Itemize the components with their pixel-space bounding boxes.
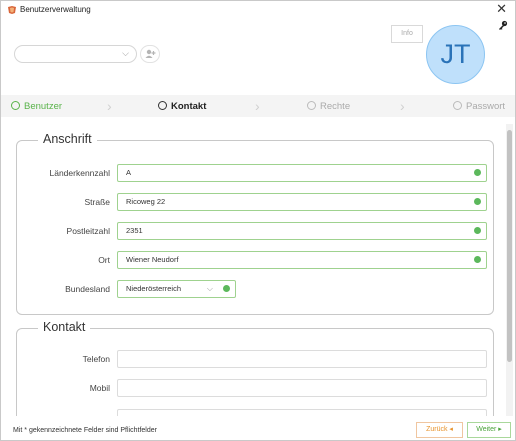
scrollbar-thumb[interactable]: [507, 130, 512, 362]
step-kontakt[interactable]: Kontakt: [158, 101, 206, 112]
section-title: Kontakt: [38, 320, 91, 334]
chevron-down-icon: ⌵: [122, 48, 129, 58]
required-fields-note: Mit * gekennzeichnete Felder sind Pflich…: [13, 427, 157, 434]
check-icon: [474, 256, 481, 263]
add-user-icon: [145, 49, 156, 58]
field-label: Bundesland: [65, 284, 110, 294]
laenderkennzahl-field[interactable]: A: [117, 164, 487, 182]
avatar: JT: [426, 25, 485, 84]
form-row-postleitzahl: Postleitzahl 2351: [17, 222, 493, 242]
step-benutzer[interactable]: Benutzer: [11, 101, 62, 112]
check-icon: [474, 227, 481, 234]
field-label: Länderkennzahl: [49, 168, 111, 178]
form-row-bundesland: Bundesland Niederösterreich ⌵: [17, 280, 493, 300]
postleitzahl-field[interactable]: 2351: [117, 222, 487, 240]
step-label: Passwort: [466, 101, 506, 112]
bundesland-select[interactable]: Niederösterreich ⌵: [117, 280, 236, 298]
field-value: A: [126, 168, 132, 177]
step-circle-icon: [158, 101, 167, 110]
telefon-field[interactable]: [117, 350, 487, 368]
form-row-mobil: Mobil: [17, 379, 493, 399]
step-label: Kontakt: [171, 101, 207, 112]
app-icon: [8, 6, 16, 14]
back-button[interactable]: Zurück ◂: [416, 422, 463, 438]
user-select[interactable]: ⌵: [14, 45, 137, 63]
field-label: Telefon: [82, 354, 110, 364]
form-content[interactable]: Anschrift Länderkennzahl A Straße Ricowe…: [8, 124, 506, 416]
mobil-field[interactable]: [117, 379, 487, 397]
section-anschrift: Anschrift Länderkennzahl A Straße Ricowe…: [16, 132, 494, 315]
window-title: Benutzerverwaltung: [20, 5, 91, 14]
add-user-button[interactable]: [140, 45, 160, 63]
strasse-field[interactable]: Ricoweg 22: [117, 193, 487, 211]
check-icon: [474, 169, 481, 176]
form-row-strasse: Straße Ricoweg 22: [17, 193, 493, 213]
section-title: Anschrift: [38, 132, 97, 146]
form-row-ort: Ort Wiener Neudorf: [17, 251, 493, 271]
scrollbar[interactable]: [506, 124, 513, 416]
field-value: Niederösterreich: [126, 284, 182, 293]
step-separator-icon: ›: [255, 98, 260, 114]
field-label: Ort: [98, 255, 110, 265]
wizard-stepper: Benutzer › Kontakt › Rechte › Passwort: [1, 95, 515, 117]
field-label: Straße: [84, 197, 110, 207]
step-label: Benutzer: [24, 101, 63, 112]
info-button[interactable]: Info: [391, 25, 423, 43]
app-window: Benutzerverwaltung ✕ ⌵ Info JT Benutzer …: [0, 0, 516, 441]
form-row-telefon: Telefon: [17, 350, 493, 370]
step-rechte[interactable]: Rechte: [307, 101, 350, 112]
title-bar: Benutzerverwaltung ✕: [1, 1, 515, 21]
check-icon: [474, 198, 481, 205]
next-field[interactable]: [117, 409, 487, 416]
step-circle-icon: [453, 101, 462, 110]
check-icon: [223, 285, 230, 292]
step-passwort[interactable]: Passwort: [453, 101, 505, 112]
step-separator-icon: ›: [400, 98, 405, 114]
field-value: Ricoweg 22: [126, 197, 166, 206]
ort-field[interactable]: Wiener Neudorf: [117, 251, 487, 269]
field-label: Mobil: [89, 383, 110, 393]
check-icon: [11, 101, 20, 110]
next-button[interactable]: Weiter ▸: [467, 422, 511, 438]
form-row-laenderkennzahl: Länderkennzahl A: [17, 164, 493, 184]
close-icon[interactable]: ✕: [496, 2, 507, 16]
field-value: 2351: [126, 226, 143, 235]
form-row-partial: [17, 409, 493, 416]
step-circle-icon: [307, 101, 316, 110]
step-separator-icon: ›: [107, 98, 112, 114]
chevron-down-icon: ⌵: [206, 284, 213, 293]
section-kontakt: Kontakt Telefon Mobil: [16, 320, 494, 416]
step-label: Rechte: [320, 101, 351, 112]
field-value: Wiener Neudorf: [126, 255, 179, 264]
key-icon[interactable]: [498, 20, 508, 30]
field-label: Postleitzahl: [66, 226, 110, 236]
